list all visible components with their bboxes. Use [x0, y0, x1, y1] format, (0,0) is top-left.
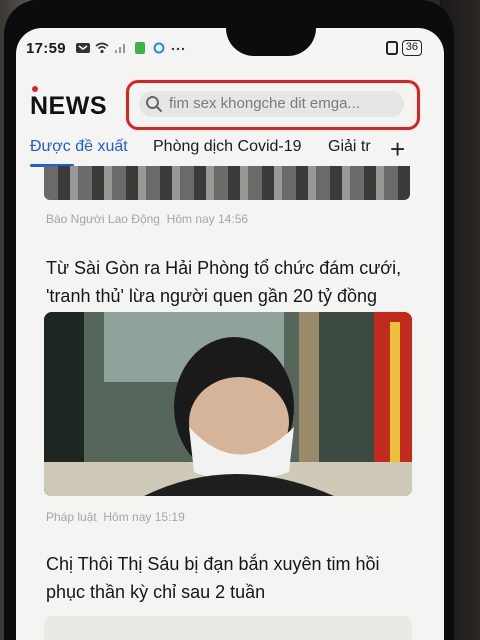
- article-title[interactable]: Chị Thôi Thị Sáu bị đạn bắn xuyên tim hồ…: [46, 550, 426, 606]
- search-highlight-box: fim sex khongche dit emga...: [126, 80, 420, 130]
- article-title-line: Chị Thôi Thị Sáu bị đạn bắn xuyên tim hồ…: [46, 554, 380, 574]
- article-source: Báo Người Lao Động: [46, 212, 160, 226]
- battery-level: 36: [401, 40, 422, 56]
- circle-notification-icon: [153, 42, 165, 54]
- article-source: Pháp luật: [46, 510, 97, 524]
- tab-recommended[interactable]: Được đề xuất: [30, 138, 128, 156]
- category-tabs: Được đề xuất Phòng dịch Covid-19 Giải tr…: [16, 134, 444, 168]
- article-photo: [44, 312, 412, 496]
- article-time: Hôm nay 15:19: [103, 510, 185, 524]
- article-title-line: Từ Sài Gòn ra Hải Phòng tổ chức đám cưới…: [46, 258, 402, 278]
- article-image[interactable]: [44, 312, 412, 496]
- search-input[interactable]: fim sex khongche dit emga...: [139, 91, 404, 117]
- wifi-icon: [95, 42, 109, 54]
- search-placeholder: fim sex khongche dit emga...: [169, 95, 360, 112]
- app-logo: NEWS: [30, 92, 107, 120]
- next-article-image[interactable]: [44, 616, 412, 640]
- message-icon: [76, 43, 90, 53]
- camera-notch: [226, 28, 316, 56]
- article-meta: Pháp luật Hôm nay 15:19: [46, 510, 185, 524]
- article-title[interactable]: Từ Sài Gòn ra Hải Phòng tổ chức đám cưới…: [46, 254, 426, 310]
- article-meta: Báo Người Lao Động Hôm nay 14:56: [46, 212, 248, 226]
- signal-icon: [115, 44, 125, 53]
- tab-entertainment[interactable]: Giải tr: [328, 138, 380, 156]
- article-title-line: 'tranh thủ' lừa người quen gần 20 tỷ đồn…: [46, 286, 378, 306]
- article-time: Hôm nay 14:56: [166, 212, 249, 226]
- phone-frame: 17:59 36 NEWS fim sex khongche dit emga.…: [4, 0, 454, 640]
- article-title-line: phục thần kỳ chỉ sau 2 tuần: [46, 582, 266, 602]
- phone-screen: 17:59 36 NEWS fim sex khongche dit emga.…: [16, 28, 444, 640]
- vibrate-icon: [385, 41, 398, 55]
- add-tab-icon[interactable]: +: [390, 134, 405, 165]
- app-header: NEWS fim sex khongche dit emga...: [16, 74, 444, 134]
- search-icon: [146, 96, 162, 112]
- app-notification-icon: [135, 42, 145, 54]
- battery-area: 36: [385, 40, 422, 56]
- more-notifications-icon: [171, 47, 185, 51]
- tab-covid[interactable]: Phòng dịch Covid-19: [153, 138, 302, 156]
- status-icons: [76, 42, 185, 54]
- status-time: 17:59: [26, 40, 66, 57]
- previous-article-image[interactable]: [44, 166, 410, 200]
